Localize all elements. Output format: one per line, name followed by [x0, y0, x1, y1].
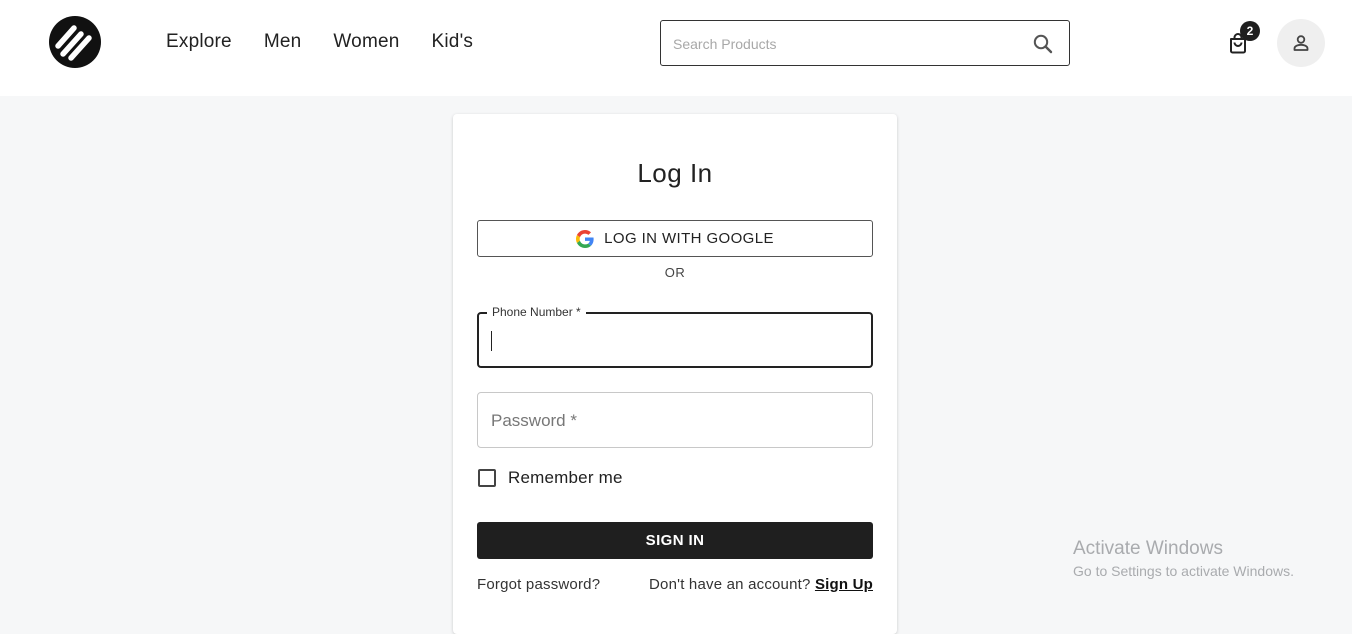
sign-up-link[interactable]: Sign Up: [815, 576, 873, 593]
search-box: [660, 20, 1070, 66]
password-label: Password *: [491, 411, 577, 430]
password-input[interactable]: Password *: [477, 392, 873, 448]
no-account-text: Don't have an account?: [649, 576, 811, 593]
activate-windows-watermark: Activate Windows Go to Settings to activ…: [1073, 538, 1294, 581]
cart-count-badge: 2: [1240, 21, 1260, 41]
nav-women[interactable]: Women: [333, 30, 399, 54]
login-card: Log In LOG IN WITH GOOGLE OR Phone Numbe…: [453, 114, 897, 634]
remember-me-label: Remember me: [508, 468, 623, 487]
signup-prompt: Don't have an account? Sign Up: [649, 576, 873, 593]
brand-logo-icon[interactable]: [49, 16, 101, 68]
or-divider: OR: [664, 265, 686, 280]
forgot-password-link[interactable]: Forgot password?: [477, 576, 600, 593]
remember-me-checkbox[interactable]: [478, 469, 496, 487]
nav-kids[interactable]: Kid's: [432, 30, 474, 54]
google-login-button[interactable]: LOG IN WITH GOOGLE: [477, 220, 873, 257]
remember-me-toggle[interactable]: Remember me: [477, 466, 623, 490]
nav-men[interactable]: Men: [264, 30, 302, 54]
search-input[interactable]: [673, 33, 1013, 55]
site-header: Explore Men Women Kid's 2: [0, 0, 1352, 96]
user-icon[interactable]: [1277, 19, 1325, 67]
watermark-subtitle: Go to Settings to activate Windows.: [1073, 563, 1294, 579]
phone-number-input[interactable]: [490, 328, 860, 352]
nav-explore[interactable]: Explore: [166, 30, 232, 54]
main-nav: Explore Men Women Kid's: [166, 30, 505, 54]
search-icon[interactable]: [1031, 32, 1055, 56]
phone-number-label: Phone Number *: [487, 305, 586, 319]
google-icon: [576, 229, 594, 248]
sign-in-button[interactable]: SIGN IN: [477, 522, 873, 559]
watermark-title: Activate Windows: [1073, 538, 1223, 559]
phone-number-field: Phone Number *: [477, 305, 873, 368]
google-login-label: LOG IN WITH GOOGLE: [604, 230, 774, 247]
page-title: Log In: [637, 158, 713, 188]
